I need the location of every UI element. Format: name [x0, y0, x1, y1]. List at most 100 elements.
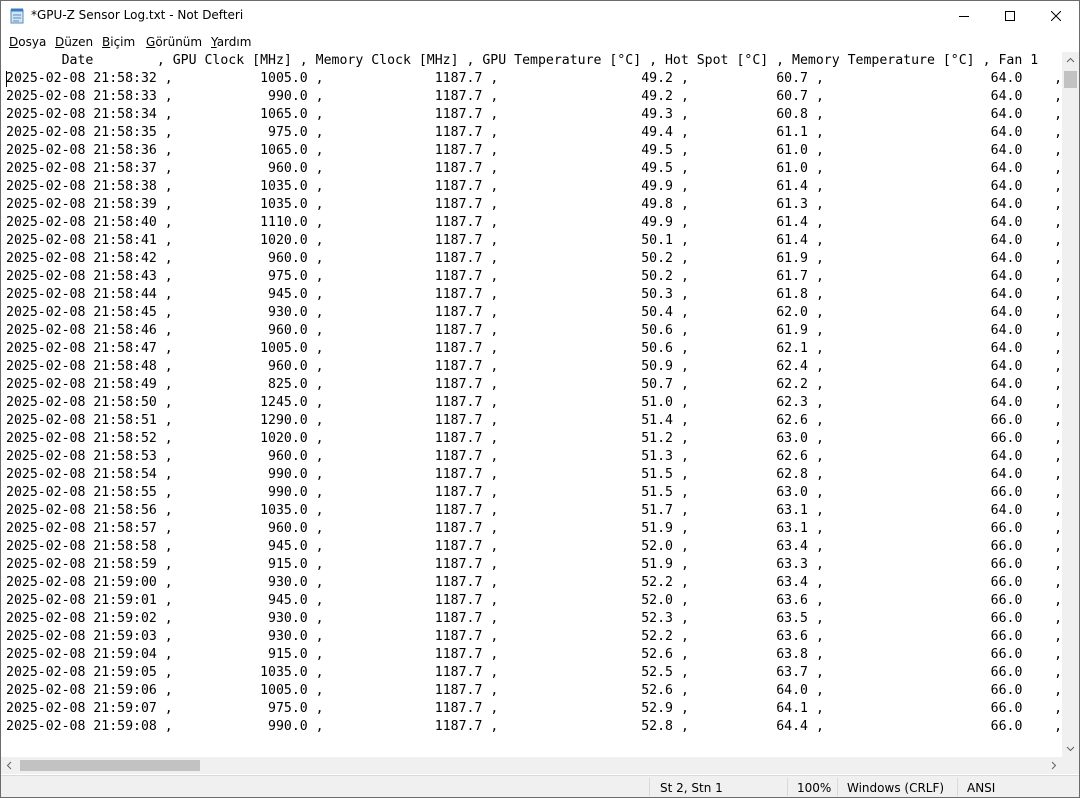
row-memory-temperature: 66.0 — [990, 539, 1023, 554]
row-gpu-clock: 930.0 — [268, 629, 308, 644]
row-date: 2025-02-08 21:59:04 — [6, 647, 157, 662]
row-memory-temperature: 64.0 — [990, 467, 1023, 482]
log-row: 2025-02-08 21:58:47 , 1005.0 , 1187.7 , … — [6, 341, 1062, 356]
row-gpu-clock: 1020.0 — [260, 431, 308, 446]
menu-help[interactable]: Yardım — [211, 35, 251, 49]
chevron-down-icon — [1062, 740, 1079, 757]
maximize-icon — [1005, 11, 1015, 21]
row-date: 2025-02-08 21:58:35 — [6, 125, 157, 140]
row-hot-spot: 62.1 — [776, 341, 808, 356]
log-row: 2025-02-08 21:58:40 , 1110.0 , 1187.7 , … — [6, 215, 1062, 230]
row-memory-temperature: 64.0 — [990, 179, 1023, 194]
row-hot-spot: 63.6 — [776, 629, 808, 644]
row-gpu-clock: 1005.0 — [260, 683, 308, 698]
vertical-scrollbar[interactable] — [1062, 52, 1079, 757]
row-gpu-clock: 990.0 — [268, 89, 308, 104]
row-date: 2025-02-08 21:59:00 — [6, 575, 157, 590]
log-row: 2025-02-08 21:58:53 , 960.0 , 1187.7 , 5… — [6, 449, 1062, 464]
row-gpu-temperature: 51.0 — [641, 395, 673, 410]
row-memory-temperature: 64.0 — [990, 323, 1023, 338]
scroll-down-button[interactable] — [1062, 740, 1079, 757]
row-gpu-clock: 990.0 — [268, 485, 308, 500]
menu-file[interactable]: Dosya — [9, 35, 46, 49]
row-date: 2025-02-08 21:58:42 — [6, 251, 157, 266]
row-gpu-temperature: 51.5 — [641, 467, 673, 482]
row-gpu-clock: 1065.0 — [260, 143, 308, 158]
close-button[interactable] — [1033, 1, 1079, 31]
row-memory-clock: 1187.7 — [434, 467, 483, 482]
menu-view-label: örünüm — [155, 35, 203, 49]
menu-view-accelerator: G — [146, 35, 156, 49]
row-date: 2025-02-08 21:58:34 — [6, 107, 157, 122]
row-date: 2025-02-08 21:59:05 — [6, 665, 157, 680]
row-date: 2025-02-08 21:58:45 — [6, 305, 157, 320]
row-gpu-temperature: 52.6 — [641, 683, 673, 698]
title-bar[interactable]: *GPU-Z Sensor Log.txt - Not Defteri — [1, 1, 1079, 31]
row-date: 2025-02-08 21:58:52 — [6, 431, 157, 446]
minimize-button[interactable] — [941, 1, 987, 31]
horizontal-scrollbar[interactable] — [1, 757, 1062, 774]
status-divider — [649, 778, 650, 796]
vertical-scroll-thumb[interactable] — [1064, 71, 1077, 88]
log-row: 2025-02-08 21:58:43 , 975.0 , 1187.7 , 5… — [6, 269, 1062, 284]
log-row: 2025-02-08 21:58:51 , 1290.0 , 1187.7 , … — [6, 413, 1062, 428]
row-hot-spot: 62.6 — [776, 449, 808, 464]
row-gpu-clock: 975.0 — [268, 125, 308, 140]
row-gpu-temperature: 52.8 — [641, 719, 673, 734]
row-hot-spot: 63.8 — [776, 647, 808, 662]
row-memory-clock: 1187.7 — [434, 449, 483, 464]
row-memory-clock: 1187.7 — [434, 125, 483, 140]
row-gpu-clock: 930.0 — [268, 611, 308, 626]
menu-format[interactable]: Biçim — [102, 35, 135, 49]
row-gpu-temperature: 52.2 — [641, 629, 673, 644]
row-memory-temperature: 66.0 — [990, 575, 1023, 590]
scroll-left-button[interactable] — [1, 757, 18, 774]
menu-edit[interactable]: Düzen — [55, 35, 93, 49]
row-memory-temperature: 66.0 — [990, 611, 1023, 626]
row-gpu-temperature: 51.3 — [641, 449, 673, 464]
row-gpu-clock: 1245.0 — [260, 395, 308, 410]
row-gpu-temperature: 50.7 — [641, 377, 673, 392]
row-memory-temperature: 66.0 — [990, 431, 1023, 446]
row-gpu-temperature: 49.3 — [641, 107, 673, 122]
notepad-window: *GPU-Z Sensor Log.txt - Not Defteri Dosy… — [0, 0, 1080, 798]
row-gpu-clock: 990.0 — [268, 719, 308, 734]
scroll-right-button[interactable] — [1045, 757, 1062, 774]
log-row: 2025-02-08 21:59:08 , 990.0 , 1187.7 , 5… — [6, 719, 1062, 734]
row-memory-clock: 1187.7 — [434, 665, 483, 680]
row-memory-clock: 1187.7 — [434, 701, 483, 716]
maximize-button[interactable] — [987, 1, 1033, 31]
row-date: 2025-02-08 21:58:37 — [6, 161, 157, 176]
row-memory-clock: 1187.7 — [434, 287, 483, 302]
row-date: 2025-02-08 21:58:55 — [6, 485, 157, 500]
notepad-app-icon[interactable] — [10, 8, 25, 24]
data-rows: 2025-02-08 21:58:32 , 1005.0 , 1187.7 , … — [6, 71, 1062, 734]
text-editor-area[interactable]: Date , GPU Clock [MHz] , Memory Clock [M… — [1, 52, 1062, 757]
row-memory-clock: 1187.7 — [434, 251, 483, 266]
row-gpu-clock: 945.0 — [268, 287, 308, 302]
menu-bar: Dosya Düzen Biçim Görünüm Yardım — [1, 32, 1079, 52]
status-divider — [787, 778, 788, 796]
horizontal-scroll-thumb[interactable] — [20, 760, 200, 771]
row-date: 2025-02-08 21:58:38 — [6, 179, 157, 194]
log-row: 2025-02-08 21:58:57 , 960.0 , 1187.7 , 5… — [6, 521, 1062, 536]
row-gpu-temperature: 52.9 — [641, 701, 673, 716]
row-hot-spot: 62.2 — [776, 377, 808, 392]
log-row: 2025-02-08 21:58:54 , 990.0 , 1187.7 , 5… — [6, 467, 1062, 482]
log-row: 2025-02-08 21:58:46 , 960.0 , 1187.7 , 5… — [6, 323, 1062, 338]
row-memory-temperature: 64.0 — [990, 107, 1023, 122]
menu-format-accelerator: B — [102, 35, 111, 49]
row-date: 2025-02-08 21:58:39 — [6, 197, 157, 212]
scroll-up-button[interactable] — [1062, 52, 1079, 69]
row-hot-spot: 61.0 — [776, 143, 808, 158]
row-gpu-clock: 930.0 — [268, 575, 308, 590]
row-gpu-temperature: 50.2 — [641, 251, 673, 266]
row-gpu-temperature: 49.5 — [641, 161, 673, 176]
row-memory-temperature: 66.0 — [990, 647, 1023, 662]
log-row: 2025-02-08 21:58:36 , 1065.0 , 1187.7 , … — [6, 143, 1062, 158]
row-gpu-clock: 1110.0 — [260, 215, 308, 230]
row-memory-temperature: 64.0 — [990, 395, 1023, 410]
row-gpu-temperature: 50.3 — [641, 287, 673, 302]
menu-view[interactable]: Görünüm — [146, 35, 202, 49]
document-text[interactable]: Date , GPU Clock [MHz] , Memory Clock [M… — [6, 52, 1062, 736]
